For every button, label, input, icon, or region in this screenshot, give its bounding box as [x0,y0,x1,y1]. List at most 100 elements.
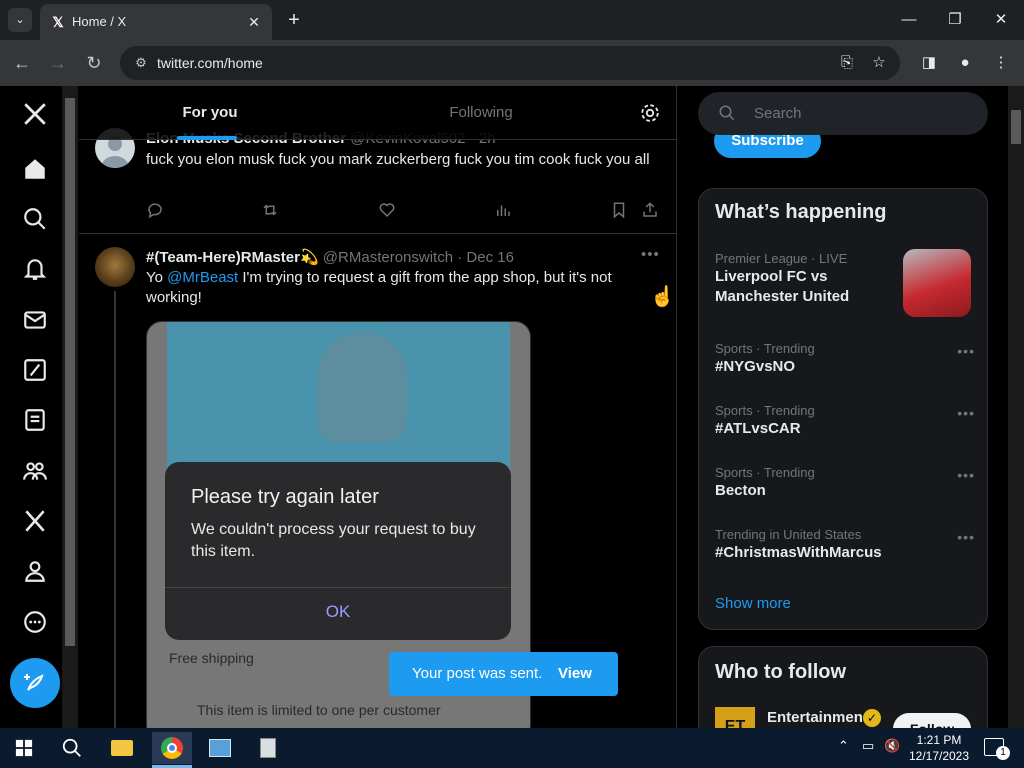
tab-for-you[interactable]: For you [79,86,341,140]
grok-slash-icon[interactable] [15,350,55,390]
site-info-icon[interactable]: ⚙ [132,54,150,72]
mention-link[interactable]: @MrBeast [167,269,238,286]
profile-icon[interactable]: ● [954,52,976,74]
tweet-actions [146,201,661,225]
share-icon[interactable] [641,201,663,223]
control-panel-icon[interactable] [200,732,240,764]
menu-icon[interactable]: ⋮ [990,52,1012,74]
x-home-logo-icon[interactable] [15,94,55,134]
views-chart-icon[interactable] [494,201,516,223]
media-free-shipping-text: Free shipping [169,650,254,666]
toast-view-link[interactable]: View [558,652,592,696]
browser-tab-strip: ⌄ 𝕏 Home / X ✕ + — ❐ ✕ [0,0,1024,40]
reload-icon[interactable]: ↻ [82,51,106,75]
chrome-taskbar-icon[interactable] [152,732,192,764]
more-circle-icon[interactable] [15,602,55,642]
install-app-icon[interactable]: ⎘ [836,52,858,74]
follow-suggestion-name[interactable]: Entertainment [767,709,863,726]
right-scrollbar[interactable] [1008,86,1024,728]
messages-mail-icon[interactable] [15,300,55,340]
side-panel-icon[interactable]: ◨ [918,52,940,74]
reply-icon[interactable] [146,201,168,223]
trend-more-icon[interactable]: ••• [957,467,975,483]
communities-icon[interactable] [15,451,55,491]
tweet-author: #(Team-Here)RMaster💫 @RMasteronswitch · … [146,248,514,266]
browser-tab[interactable]: 𝕏 Home / X ✕ [40,4,272,40]
tweet-handle[interactable]: @RMasteronswitch [323,249,453,266]
trend-name: #ChristmasWithMarcus [715,544,882,561]
timeline-settings-gear-icon[interactable] [639,102,661,124]
new-tab-button[interactable]: + [282,8,306,32]
forward-icon[interactable]: → [46,51,70,75]
windows-taskbar: ⌃ ▭ 🔇 1:21 PM 12/17/2023 1 [0,728,1024,768]
tab-close-icon[interactable]: ✕ [244,12,264,32]
notepad-app-icon[interactable] [248,732,288,764]
trend-more-icon[interactable]: ••• [957,405,975,421]
compose-post-button[interactable] [10,658,60,708]
bookmark-icon[interactable] [610,201,632,223]
dialog-title: Please try again later [191,486,379,508]
notifications-bell-icon[interactable] [15,249,55,289]
toast-text: Your post was sent. [412,665,543,682]
tweet-text-prefix: Yo [146,269,168,286]
et-logo-avatar[interactable]: ET [715,707,755,728]
show-more-link[interactable]: Show more [715,595,791,612]
tweet-display-name[interactable]: #(Team-Here)RMaster💫 [146,249,319,266]
search-placeholder: Search [754,105,802,122]
trend-thumbnail-image[interactable] [903,249,971,317]
trend-more-icon[interactable]: ••• [957,529,975,545]
repost-icon[interactable] [261,201,283,223]
tab-title: Home / X [72,14,127,29]
trend-more-icon[interactable]: ••• [957,343,975,359]
minimize-button[interactable]: — [886,8,932,32]
tray-chevron-up-icon[interactable]: ⌃ [838,738,849,754]
bookmark-star-icon[interactable]: ☆ [868,52,890,74]
left-scrollbar[interactable] [62,86,78,728]
trend-meta: Sports · Trending [715,403,815,418]
trend-item[interactable]: Sports · Trending Becton ••• [715,465,975,501]
timeline-header: For you Following [79,86,676,140]
restore-button[interactable]: ❐ [932,8,978,32]
feather-plus-icon [24,674,44,691]
address-bar[interactable]: ⚙ twitter.com/home ⎘ ☆ [120,46,900,80]
volume-muted-icon[interactable]: 🔇 [884,738,900,754]
trend-item[interactable]: Trending in United States #ChristmasWith… [715,527,975,563]
trend-meta: Sports · Trending [715,465,815,480]
trend-item[interactable]: Sports · Trending #NYGvsNO ••• [715,341,975,377]
tab-following-label: Following [449,104,513,121]
premium-x-icon[interactable] [15,501,55,541]
file-explorer-icon[interactable] [102,732,142,764]
tab-search-button[interactable]: ⌄ [8,8,32,32]
tweet-more-icon[interactable]: ••• [641,246,660,263]
trend-name: #NYGvsNO [715,358,796,375]
browser-toolbar: ← → ↻ ⚙ twitter.com/home ⎘ ☆ ◨ ● ⋮ [0,40,1024,86]
hand-cursor-icon: ☝ [650,286,675,308]
trend-item[interactable]: Sports · Trending #ATLvsCAR ••• [715,403,975,439]
clock-time: 1:21 PM [916,733,962,747]
profile-person-icon[interactable] [15,551,55,591]
system-clock[interactable]: 1:21 PM 12/17/2023 [906,732,972,764]
post-sent-toast: Your post was sent. View [389,652,618,696]
explore-search-icon[interactable] [15,199,55,239]
tweet-date[interactable]: · Dec 16 [457,249,514,266]
media-dialog: Please try again later We couldn't proce… [165,462,511,640]
author-avatar[interactable] [95,247,135,287]
trend-meta: Trending in United States [715,527,862,542]
taskbar-search-icon[interactable] [52,732,92,764]
trend-item[interactable]: Premier League · LIVE Liverpool FC vs Ma… [715,251,895,307]
search-input[interactable]: Search [698,92,988,135]
trend-name: Becton [715,482,766,499]
lists-icon[interactable] [15,400,55,440]
notification-count-badge: 1 [996,746,1010,760]
back-icon[interactable]: ← [10,51,34,75]
dialog-ok: OK [325,602,351,621]
dialog-body: We couldn't process your request to buy … [191,521,476,560]
network-icon[interactable]: ▭ [862,738,874,754]
tab-following[interactable]: Following [341,86,621,140]
home-icon[interactable] [15,149,55,189]
windows-start-icon[interactable] [4,732,44,764]
close-window-button[interactable]: ✕ [978,8,1024,32]
follow-button[interactable]: Follow [893,713,971,728]
like-heart-icon[interactable] [378,201,400,223]
verified-badge-icon: ✓ [863,709,881,727]
